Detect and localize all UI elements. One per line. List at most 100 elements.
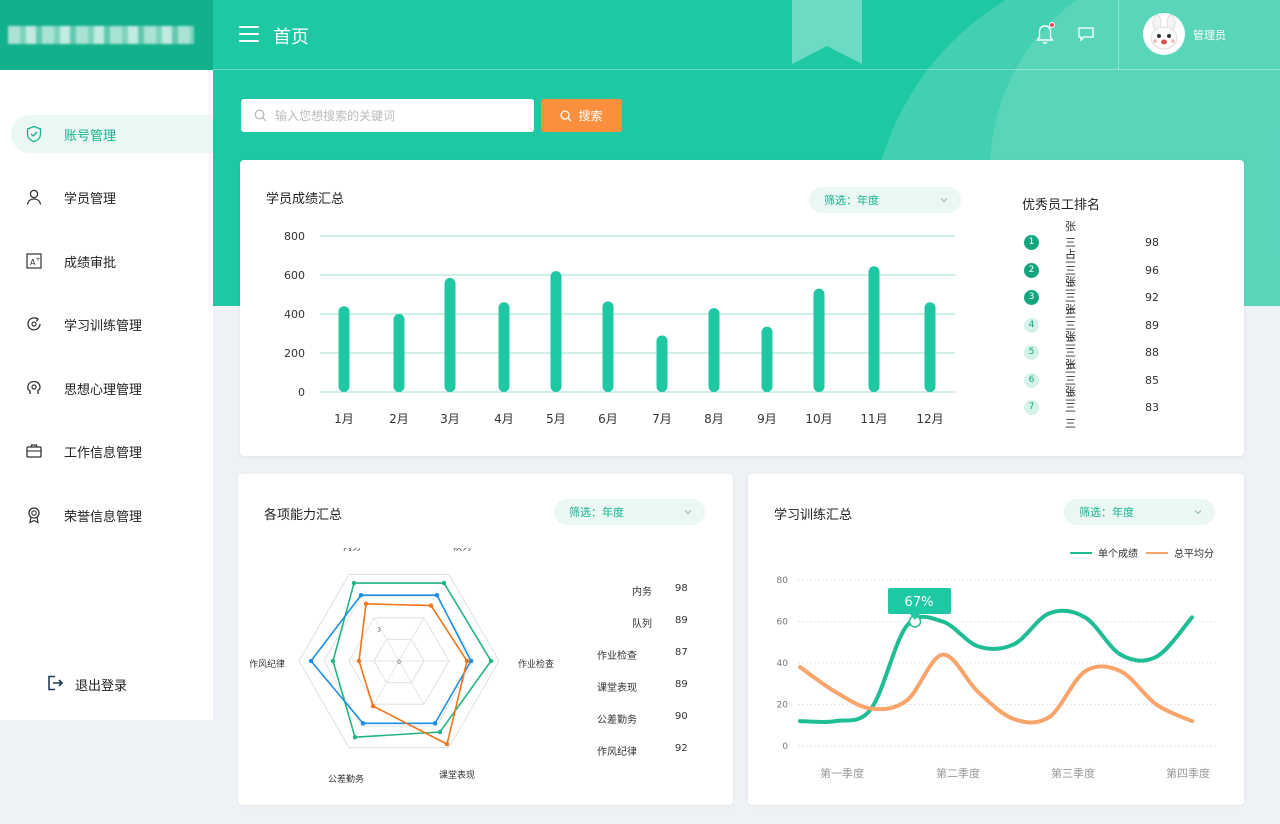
message-icon[interactable] <box>1077 26 1095 42</box>
sidebar-item-grades[interactable]: A + 成绩审批 <box>11 242 213 280</box>
ability-value: 89 <box>675 679 688 690</box>
radar-point <box>434 592 440 598</box>
x-tick-label: 8月 <box>704 412 724 426</box>
sidebar-item-account[interactable]: 账号管理 <box>11 115 213 153</box>
admin-name[interactable]: 管理员 <box>1193 27 1226 43</box>
x-tick-label: 1月 <box>334 412 354 426</box>
avatar[interactable] <box>1143 13 1185 55</box>
sidebar-item-mental[interactable]: 思想心理管理 <box>11 369 213 407</box>
logout-icon <box>46 674 64 695</box>
bar <box>444 277 456 392</box>
rank-score: 92 <box>1145 290 1159 304</box>
ability-value: 89 <box>675 615 688 626</box>
logo-area[interactable] <box>0 0 213 70</box>
x-tick-label: 7月 <box>652 412 672 426</box>
briefcase-icon <box>24 441 44 461</box>
radar-axis-label: 作业检查 <box>518 658 554 670</box>
bar <box>868 266 880 392</box>
y-tick-label: 0 <box>298 386 305 399</box>
radar-point <box>437 729 443 735</box>
rank-score: 83 <box>1145 400 1159 414</box>
bar <box>924 302 936 392</box>
rank-row[interactable]: 2 占三三 96 <box>1024 248 1159 293</box>
sidebar-item-work[interactable]: 工作信息管理 <box>11 432 213 470</box>
radar-point <box>308 658 314 664</box>
medal-icon <box>24 505 44 525</box>
rank-number: 7 <box>1024 399 1039 415</box>
card-title: 学员成绩汇总 <box>266 192 345 207</box>
bar <box>498 302 510 392</box>
ability-value: 87 <box>675 647 688 658</box>
rank-score: 88 <box>1145 345 1159 359</box>
sidebar-item-training[interactable]: 学习训练管理 <box>11 305 213 343</box>
logout-label: 退出登录 <box>75 679 128 694</box>
rank-number: 3 <box>1024 289 1039 305</box>
y-tick-label: 600 <box>284 269 305 282</box>
radar-point <box>428 603 434 608</box>
x-tick-label: 12月 <box>916 412 943 426</box>
y-tick-label: 400 <box>284 308 305 321</box>
radar-point <box>351 580 357 586</box>
sidebar-item-honor[interactable]: 荣誉信息管理 <box>11 496 213 534</box>
logout-button[interactable]: 退出登录 <box>46 674 127 695</box>
rank-row[interactable]: 3 张三三 92 <box>1024 275 1159 320</box>
cycle-icon <box>24 314 44 334</box>
y-tick-label: 40 <box>777 659 789 669</box>
legend-label: 单个成绩 <box>1098 547 1138 560</box>
search-button[interactable]: 搜索 <box>541 99 622 132</box>
score-bar-chart: 0 200 400 600 800 1月 2月 3月 4月 5月 6月 7月 8月 9月 10月 11月 12月 <box>284 230 955 426</box>
x-tick-label: 5月 <box>546 412 566 426</box>
x-tick-label: 3月 <box>440 412 460 426</box>
ability-name: 作业检查 <box>597 651 637 662</box>
sidebar-item-label: 成绩审批 <box>64 255 117 271</box>
hamburger-menu-icon[interactable] <box>239 26 259 42</box>
ability-radar-chart: 0 3 内务 队列作业检查课堂表现 公差勤务 作风纪律 <box>250 548 554 785</box>
series-line <box>798 652 1194 725</box>
radar-point <box>360 721 366 726</box>
rank-number: 2 <box>1024 262 1039 278</box>
ability-name: 队列 <box>632 619 652 630</box>
y-tick-label: 200 <box>284 347 305 360</box>
year-filter-dropdown[interactable]: 筛选：年度 <box>554 499 705 525</box>
sidebar-item-label: 账号管理 <box>64 128 117 144</box>
radar-axis-label: 公差勤务 <box>328 773 364 785</box>
radar-point <box>444 741 450 747</box>
year-filter-dropdown[interactable]: 筛选：年度 <box>1064 499 1215 525</box>
rank-row[interactable]: 4 张三三 89 <box>1024 303 1159 348</box>
search-icon <box>254 109 267 122</box>
search-button-label: 搜索 <box>578 109 603 123</box>
ability-name: 课堂表现 <box>597 683 637 694</box>
y-tick-label: 60 <box>777 618 789 628</box>
rank-row[interactable]: 7 张三三 83 <box>1024 385 1159 430</box>
grade-icon: A + <box>24 251 44 271</box>
sidebar: 账号管理 学员管理 A+ 成绩审批 学习训练管理 思想心理管理 工作信息管理 <box>0 70 213 720</box>
ability-summary-card: 各项能力汇总 筛选：年度 0 3 内务 队列 作业检查 课堂表现 公差勤务 作风纪律 内务 98… <box>238 474 733 805</box>
x-tick-label: 第一季度 <box>820 766 864 780</box>
ring-label: 0 <box>397 659 401 666</box>
rank-number: 5 <box>1024 344 1039 360</box>
rank-row[interactable]: 6 张三三 85 <box>1024 358 1159 403</box>
y-tick-label: 0 <box>782 742 788 752</box>
bar <box>550 271 562 392</box>
x-tick-label: 第二季度 <box>936 766 980 780</box>
brain-icon <box>24 378 44 398</box>
sidebar-item-students[interactable]: 学员管理 <box>11 178 213 216</box>
ring-label: 3 <box>377 627 381 634</box>
chevron-down-icon <box>1194 510 1202 515</box>
legend-label: 总平均分 <box>1174 547 1214 560</box>
user-icon <box>24 187 44 207</box>
logo <box>8 26 194 44</box>
radar-point <box>358 592 364 598</box>
sidebar-item-label: 学习训练管理 <box>64 318 143 334</box>
radar-point <box>330 658 336 664</box>
rank-number: 1 <box>1024 234 1039 250</box>
header-divider <box>1118 0 1119 70</box>
radar-axis-label: 作风纪律 <box>250 658 285 670</box>
year-filter-dropdown[interactable]: 筛选：年度 <box>809 187 961 213</box>
rank-row[interactable]: 1 张三三 98 <box>1024 220 1159 265</box>
chevron-down-icon <box>940 198 948 203</box>
rank-row[interactable]: 5 张三三 88 <box>1024 330 1159 375</box>
card-title: 学习训练汇总 <box>774 508 853 523</box>
search-input[interactable] <box>275 108 515 123</box>
radar-point <box>352 735 358 740</box>
